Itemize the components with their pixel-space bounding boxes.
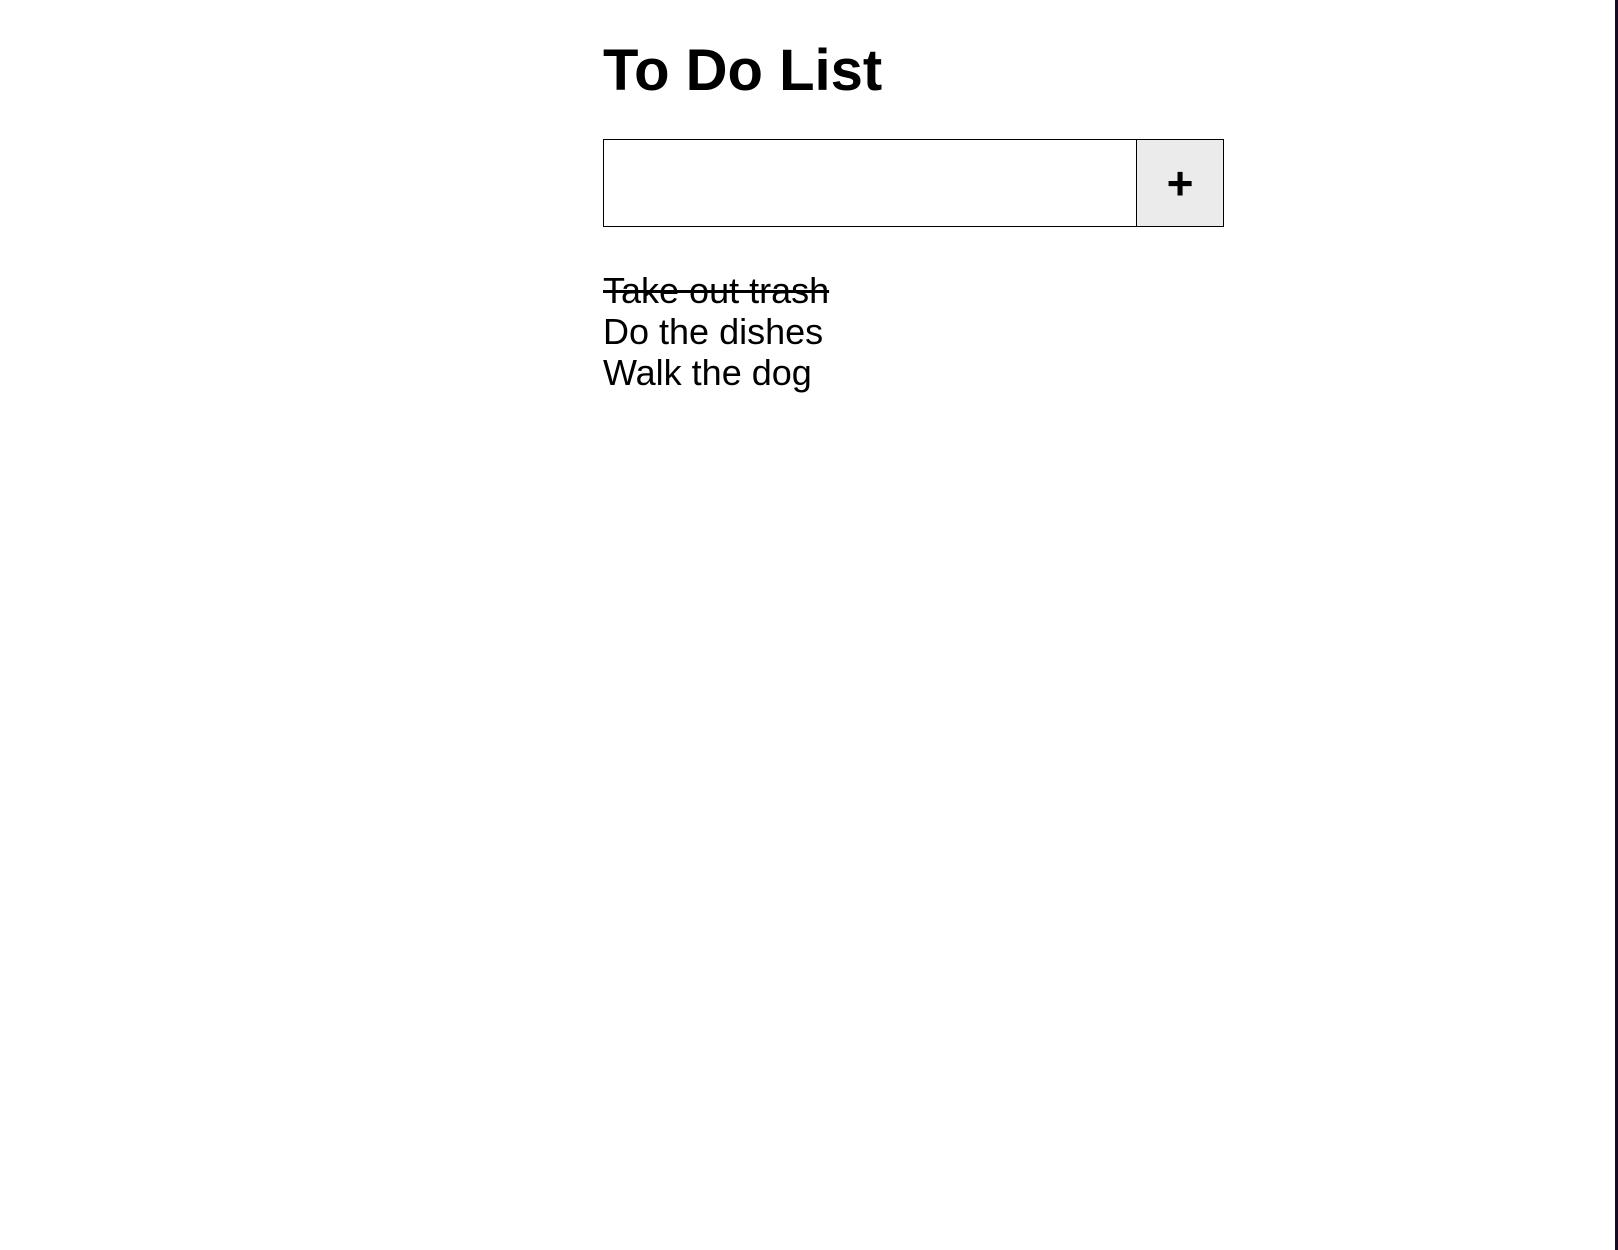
todo-item[interactable]: Walk the dog bbox=[603, 352, 829, 393]
todo-item[interactable]: Take out trash bbox=[603, 270, 829, 311]
todo-input[interactable] bbox=[603, 139, 1136, 227]
todo-item[interactable]: Do the dishes bbox=[603, 311, 829, 352]
add-button[interactable]: + bbox=[1136, 139, 1224, 227]
page-title: To Do List bbox=[603, 38, 883, 103]
add-todo-form: + bbox=[603, 139, 1224, 227]
todo-list: Take out trash Do the dishes Walk the do… bbox=[603, 270, 829, 393]
